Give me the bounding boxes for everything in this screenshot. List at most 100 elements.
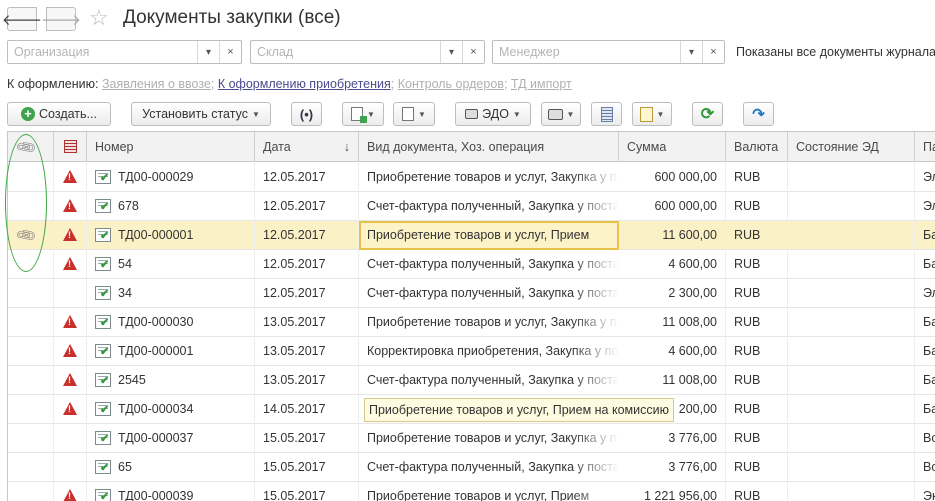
- cell-currency[interactable]: RUB: [726, 424, 788, 453]
- cell-date[interactable]: 12.05.2017: [255, 250, 359, 279]
- cell-doc-type[interactable]: Приобретение товаров и услуг, Прием: [359, 482, 619, 501]
- attachment-cell[interactable]: [8, 424, 54, 453]
- table-row[interactable]: 65 15.05.2017 Счет-фактура полученный, Зак…: [8, 453, 935, 482]
- attachments-button[interactable]: ▼: [632, 102, 672, 126]
- attachment-cell[interactable]: 📎︎: [8, 221, 54, 250]
- cell-currency[interactable]: RUB: [726, 308, 788, 337]
- table-row[interactable]: ТД00-000001 13.05.2017 Корректировка приоб…: [8, 337, 935, 366]
- cell-number[interactable]: ТД00-000030: [87, 308, 255, 337]
- cell-ed-state[interactable]: [788, 482, 915, 501]
- cell-last[interactable]: Ба: [915, 221, 935, 250]
- cell-date[interactable]: 12.05.2017: [255, 163, 359, 192]
- header-doc-type[interactable]: Вид документа, Хоз. операция: [359, 132, 619, 162]
- cell-ed-state[interactable]: [788, 279, 915, 308]
- cell-number[interactable]: 65: [87, 453, 255, 482]
- cell-last[interactable]: Эл: [915, 163, 935, 192]
- set-status-button[interactable]: Установить статус ▼: [131, 102, 271, 126]
- cell-date[interactable]: 13.05.2017: [255, 366, 359, 395]
- cell-date[interactable]: 15.05.2017: [255, 453, 359, 482]
- cell-doc-type[interactable]: Приобретение товаров и услуг, Прием: [359, 221, 619, 250]
- attachment-cell[interactable]: [8, 163, 54, 192]
- cell-last[interactable]: Ба: [915, 308, 935, 337]
- cell-currency[interactable]: RUB: [726, 221, 788, 250]
- manager-filter[interactable]: ▾ ×: [492, 40, 725, 64]
- dropdown-arrow-icon[interactable]: ▾: [440, 41, 462, 63]
- cell-number[interactable]: 678: [87, 192, 255, 221]
- cell-currency[interactable]: RUB: [726, 395, 788, 424]
- cell-date[interactable]: 13.05.2017: [255, 337, 359, 366]
- attachment-cell[interactable]: [8, 192, 54, 221]
- cell-currency[interactable]: RUB: [726, 482, 788, 501]
- cell-last[interactable]: Ба: [915, 250, 935, 279]
- attachment-cell[interactable]: [8, 453, 54, 482]
- cell-number[interactable]: ТД00-000037: [87, 424, 255, 453]
- clear-icon[interactable]: ×: [219, 41, 241, 63]
- table-row[interactable]: 2545 13.05.2017 Счет-фактура полученный, З…: [8, 366, 935, 395]
- report-button[interactable]: [591, 102, 622, 126]
- cell-ed-state[interactable]: [788, 308, 915, 337]
- attachment-cell[interactable]: [8, 482, 54, 501]
- attachment-cell[interactable]: [8, 337, 54, 366]
- cell-last[interactable]: Ба: [915, 366, 935, 395]
- cell-ed-state[interactable]: [788, 395, 915, 424]
- cell-ed-state[interactable]: [788, 221, 915, 250]
- header-status-icon[interactable]: [54, 132, 87, 162]
- exchange-button[interactable]: (•): [291, 102, 322, 126]
- clear-icon[interactable]: ×: [462, 41, 484, 63]
- organization-input[interactable]: [8, 41, 197, 63]
- cell-last[interactable]: Эл: [915, 279, 935, 308]
- table-row[interactable]: ТД00-000037 15.05.2017 Приобретение товаро…: [8, 424, 935, 453]
- attachment-cell[interactable]: [8, 366, 54, 395]
- cell-sum[interactable]: 11 600,00: [619, 221, 726, 250]
- edo-button[interactable]: ЭДО ▼: [455, 102, 531, 126]
- cell-doc-type[interactable]: Приобретение товаров и услуг, Закупка у …: [359, 308, 619, 337]
- go-button[interactable]: ↷: [743, 102, 774, 126]
- cell-last[interactable]: Эл: [915, 192, 935, 221]
- back-button[interactable]: 🡐: [2, 7, 42, 31]
- cell-doc-type[interactable]: Счет-фактура полученный, Закупка у поста…: [359, 250, 619, 279]
- cell-ed-state[interactable]: [788, 424, 915, 453]
- cell-number[interactable]: 2545: [87, 366, 255, 395]
- cell-last[interactable]: Эк: [915, 482, 935, 501]
- cell-last[interactable]: Ба: [915, 395, 935, 424]
- table-row[interactable]: ТД00-000029 12.05.2017 Приобретение товаро…: [8, 163, 935, 192]
- attachment-cell[interactable]: [8, 395, 54, 424]
- cell-ed-state[interactable]: [788, 163, 915, 192]
- attachment-cell[interactable]: [8, 250, 54, 279]
- cell-number[interactable]: ТД00-000034: [87, 395, 255, 424]
- table-row[interactable]: 📎︎ ТД00-000001 12.05.2017 Приобретение това…: [8, 221, 935, 250]
- cell-last[interactable]: Ба: [915, 337, 935, 366]
- forward-button[interactable]: 🡒: [41, 7, 81, 31]
- clear-icon[interactable]: ×: [702, 41, 724, 63]
- cell-sum[interactable]: 11 008,00: [619, 366, 726, 395]
- cell-sum[interactable]: 2 300,00: [619, 279, 726, 308]
- organization-filter[interactable]: ▾ ×: [7, 40, 242, 64]
- table-row[interactable]: 678 12.05.2017 Счет-фактура полученный, За…: [8, 192, 935, 221]
- cell-doc-type[interactable]: Счет-фактура полученный, Закупка у поста…: [359, 366, 619, 395]
- link-import-applications[interactable]: Заявления о ввозе: [102, 77, 211, 91]
- cell-last[interactable]: Во: [915, 453, 935, 482]
- favorite-star-icon[interactable]: ☆: [89, 6, 109, 30]
- cell-currency[interactable]: RUB: [726, 192, 788, 221]
- cell-currency[interactable]: RUB: [726, 279, 788, 308]
- cell-doc-type[interactable]: Приобретение товаров и услуг, Закупка у …: [359, 163, 619, 192]
- cell-ed-state[interactable]: [788, 337, 915, 366]
- cell-doc-type[interactable]: Приобретение товаров и услуг, Закупка у …: [359, 424, 619, 453]
- cell-doc-type[interactable]: Корректировка приобретения, Закупка у по…: [359, 337, 619, 366]
- cell-date[interactable]: 14.05.2017: [255, 395, 359, 424]
- warehouse-filter[interactable]: ▾ ×: [250, 40, 485, 64]
- cell-sum[interactable]: 600 000,00: [619, 163, 726, 192]
- cell-date[interactable]: 13.05.2017: [255, 308, 359, 337]
- cell-sum[interactable]: 600 000,00: [619, 192, 726, 221]
- cell-number[interactable]: ТД00-000039: [87, 482, 255, 501]
- cell-sum[interactable]: 3 776,00: [619, 453, 726, 482]
- cell-currency[interactable]: RUB: [726, 337, 788, 366]
- cell-sum[interactable]: 11 008,00: [619, 308, 726, 337]
- cell-date[interactable]: 15.05.2017: [255, 424, 359, 453]
- cell-currency[interactable]: RUB: [726, 453, 788, 482]
- related-documents-button[interactable]: ▼: [393, 102, 435, 126]
- cell-ed-state[interactable]: [788, 453, 915, 482]
- print-button[interactable]: ▼: [541, 102, 581, 126]
- link-order-control[interactable]: Контроль ордеров: [398, 77, 504, 91]
- cell-ed-state[interactable]: [788, 250, 915, 279]
